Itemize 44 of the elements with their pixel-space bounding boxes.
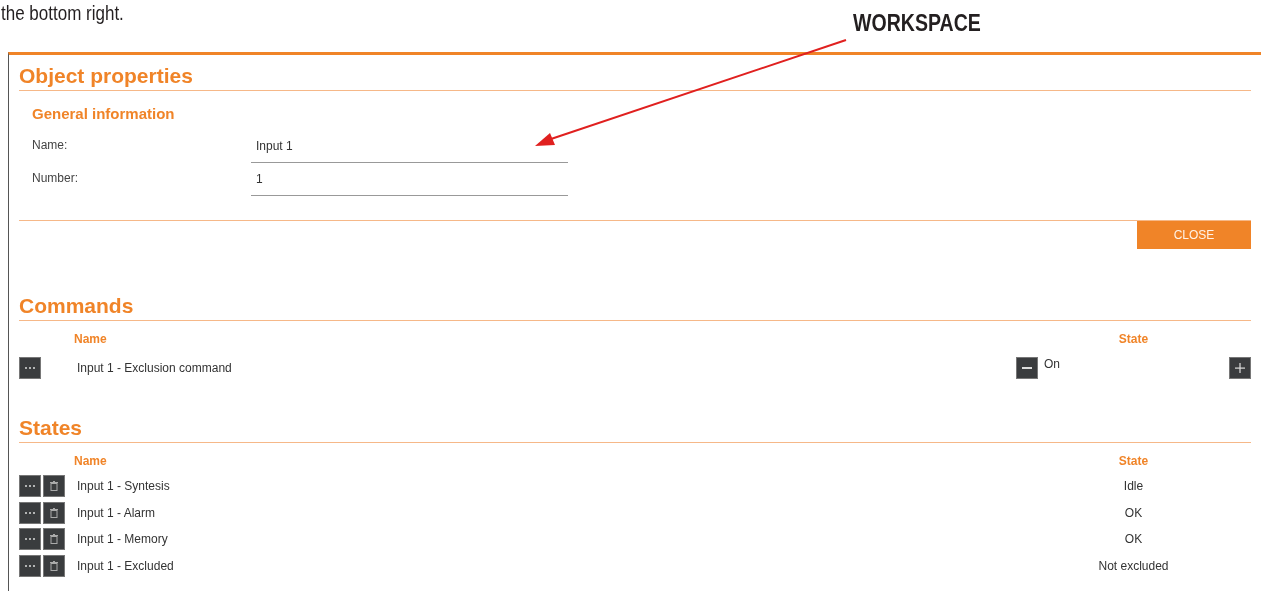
more-icon xyxy=(25,564,35,567)
column-header: State xyxy=(1117,331,1150,348)
trash-icon xyxy=(50,481,58,492)
delete-button[interactable] xyxy=(43,554,65,577)
minus-icon xyxy=(1022,367,1032,369)
increase-button[interactable] xyxy=(1229,357,1251,379)
state-name: Input 1 - Memory xyxy=(76,532,169,547)
more-button[interactable] xyxy=(19,357,41,379)
state-value: OK xyxy=(1123,532,1144,547)
delete-button[interactable] xyxy=(43,475,65,498)
delete-button[interactable] xyxy=(43,501,65,524)
state-name: Input 1 - Excluded xyxy=(76,558,175,573)
plus-icon xyxy=(1235,363,1245,373)
field-label: Number: xyxy=(32,171,79,187)
decrease-button[interactable] xyxy=(1016,357,1038,379)
command-name: Input 1 - Exclusion command xyxy=(76,361,233,375)
annotation-label: WORKSPACE xyxy=(853,10,981,37)
section-title: General information xyxy=(32,105,175,122)
panel-title: Object properties xyxy=(19,64,193,88)
section-title: Commands xyxy=(19,294,134,318)
command-state: On xyxy=(1044,357,1061,371)
state-name: Input 1 - Alarm xyxy=(76,505,157,520)
state-name: Input 1 - Syntesis xyxy=(76,479,171,494)
more-button[interactable] xyxy=(19,554,41,577)
more-icon xyxy=(25,485,35,488)
more-icon xyxy=(25,511,35,514)
input-field[interactable]: 1 xyxy=(251,172,568,196)
column-header: Name xyxy=(74,331,108,348)
state-value: OK xyxy=(1123,505,1144,520)
more-button[interactable] xyxy=(19,528,41,551)
column-header: State xyxy=(1117,453,1150,470)
more-icon xyxy=(25,538,35,541)
delete-button[interactable] xyxy=(43,528,65,551)
more-button[interactable] xyxy=(19,475,41,498)
trash-icon xyxy=(50,560,58,571)
trash-icon xyxy=(50,534,58,545)
caption-text: the bottom right. xyxy=(1,2,124,25)
state-value: Idle xyxy=(1122,479,1145,494)
trash-icon xyxy=(50,507,58,518)
column-header: Name xyxy=(74,453,108,470)
field-label: Name: xyxy=(32,138,69,154)
section-title: States xyxy=(19,416,83,440)
more-button[interactable] xyxy=(19,501,41,524)
state-value: Not excluded xyxy=(1097,558,1170,573)
